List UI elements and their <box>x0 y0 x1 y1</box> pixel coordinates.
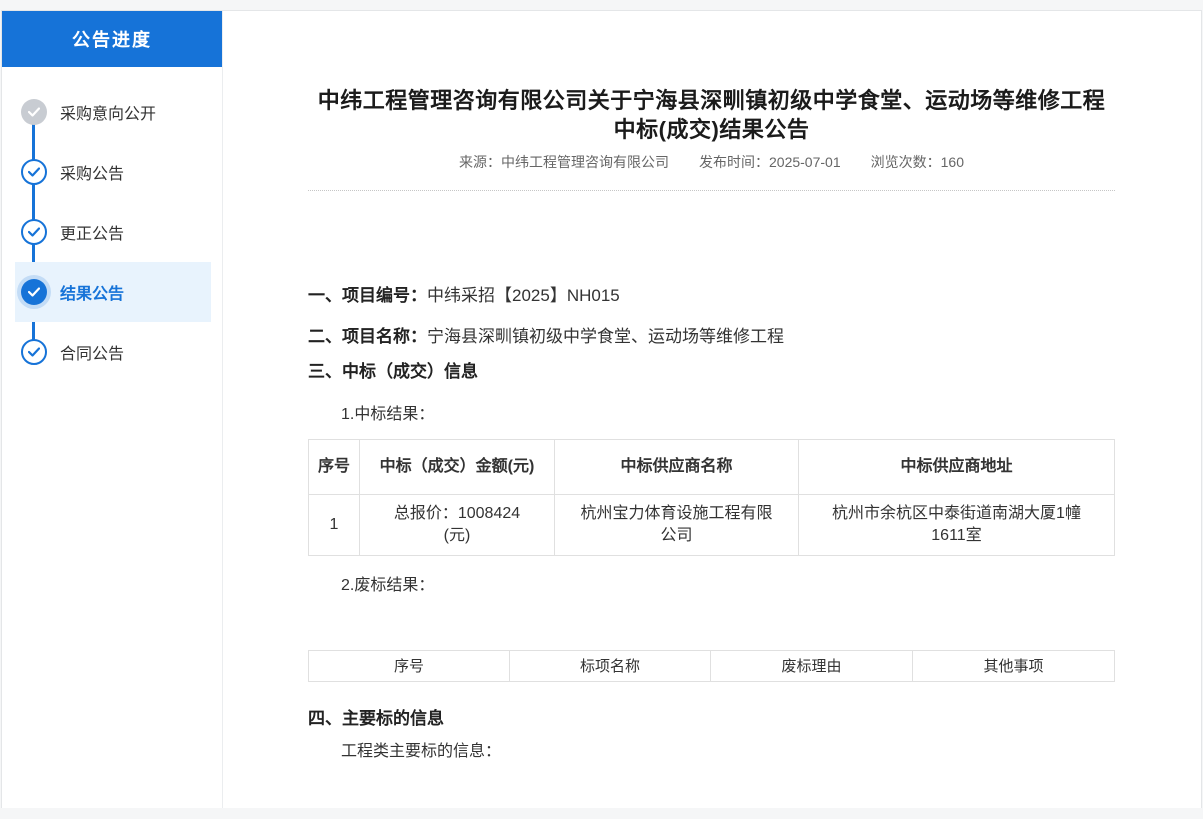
check-circle-icon <box>21 279 47 305</box>
table-row: 1 总报价：1008424 (元) 杭州宝力体育设施工程有限公司 杭州市余杭区中… <box>309 495 1115 556</box>
award-result-table: 序号 中标（成交）金额(元) 中标供应商名称 中标供应商地址 1 总报价：100… <box>308 439 1115 556</box>
header-amount: 中标（成交）金额(元) <box>360 440 555 495</box>
subsection-engineering-subject: 工程类主要标的信息： <box>341 740 1115 764</box>
step-label: 结果公告 <box>60 280 124 304</box>
step-label: 合同公告 <box>60 340 124 364</box>
rejected-bid-table: 序号 标项名称 废标理由 其他事项 <box>308 650 1115 682</box>
page-container: 公告进度 采购意向公开 采购公告 更正公告 <box>1 10 1202 808</box>
check-circle-icon <box>21 219 47 245</box>
cell-supplier-address: 杭州市余杭区中泰街道南湖大厦1幢1611室 <box>799 495 1115 556</box>
header-lot-name: 标项名称 <box>510 651 711 682</box>
section-award-info-heading: 三、中标（成交）信息 <box>308 360 1115 384</box>
header-supplier-address: 中标供应商地址 <box>799 440 1115 495</box>
page-title: 中纬工程管理咨询有限公司关于宁海县深甽镇初级中学食堂、运动场等维修工程中标(成交… <box>308 86 1115 144</box>
step-label: 采购意向公开 <box>60 100 156 124</box>
sidebar-title: 公告进度 <box>2 11 222 67</box>
header-supplier-name: 中标供应商名称 <box>555 440 799 495</box>
cell-seq: 1 <box>309 495 360 556</box>
progress-sidebar: 公告进度 采购意向公开 采购公告 更正公告 <box>2 11 223 808</box>
header-other-matters: 其他事项 <box>913 651 1115 682</box>
cell-amount: 总报价：1008424 (元) <box>360 495 555 556</box>
meta-publish-date: 发布时间：2025-07-01 <box>699 154 841 171</box>
subsection-award-result: 1.中标结果： <box>341 403 1115 427</box>
article-meta: 来源：中纬工程管理咨询有限公司 发布时间：2025-07-01 浏览次数：160 <box>308 154 1115 171</box>
step-label: 更正公告 <box>60 220 124 244</box>
check-circle-icon <box>21 99 47 125</box>
table-header-row: 序号 标项名称 废标理由 其他事项 <box>309 651 1115 682</box>
section-project-name: 二、项目名称：宁海县深甽镇初级中学食堂、运动场等维修工程 <box>308 325 1115 349</box>
subsection-rejected-result: 2.废标结果： <box>341 574 1115 598</box>
header-seq: 序号 <box>309 440 360 495</box>
header-reject-reason: 废标理由 <box>711 651 913 682</box>
step-purchase-notice[interactable]: 采购公告 <box>15 142 211 202</box>
check-circle-icon <box>21 339 47 365</box>
meta-view-count: 浏览次数：160 <box>871 154 964 171</box>
check-circle-icon <box>21 159 47 185</box>
step-result-notice[interactable]: 结果公告 <box>15 262 211 322</box>
section-project-number: 一、项目编号：中纬采招【2025】NH015 <box>308 284 1115 308</box>
step-purchase-intent[interactable]: 采购意向公开 <box>15 82 211 142</box>
cell-supplier-name: 杭州宝力体育设施工程有限公司 <box>555 495 799 556</box>
progress-steps: 采购意向公开 采购公告 更正公告 结果公告 <box>2 67 222 382</box>
section-main-subject-heading: 四、主要标的信息 <box>308 707 1115 731</box>
step-label: 采购公告 <box>60 160 124 184</box>
table-header-row: 序号 中标（成交）金额(元) 中标供应商名称 中标供应商地址 <box>309 440 1115 495</box>
header-seq: 序号 <box>309 651 510 682</box>
step-contract-notice[interactable]: 合同公告 <box>15 322 211 382</box>
dotted-divider <box>308 190 1115 191</box>
article-body: 一、项目编号：中纬采招【2025】NH015 二、项目名称：宁海县深甽镇初级中学… <box>308 284 1115 764</box>
meta-source: 来源：中纬工程管理咨询有限公司 <box>459 154 669 171</box>
article-main: 中纬工程管理咨询有限公司关于宁海县深甽镇初级中学食堂、运动场等维修工程中标(成交… <box>223 11 1202 808</box>
step-correction-notice[interactable]: 更正公告 <box>15 202 211 262</box>
